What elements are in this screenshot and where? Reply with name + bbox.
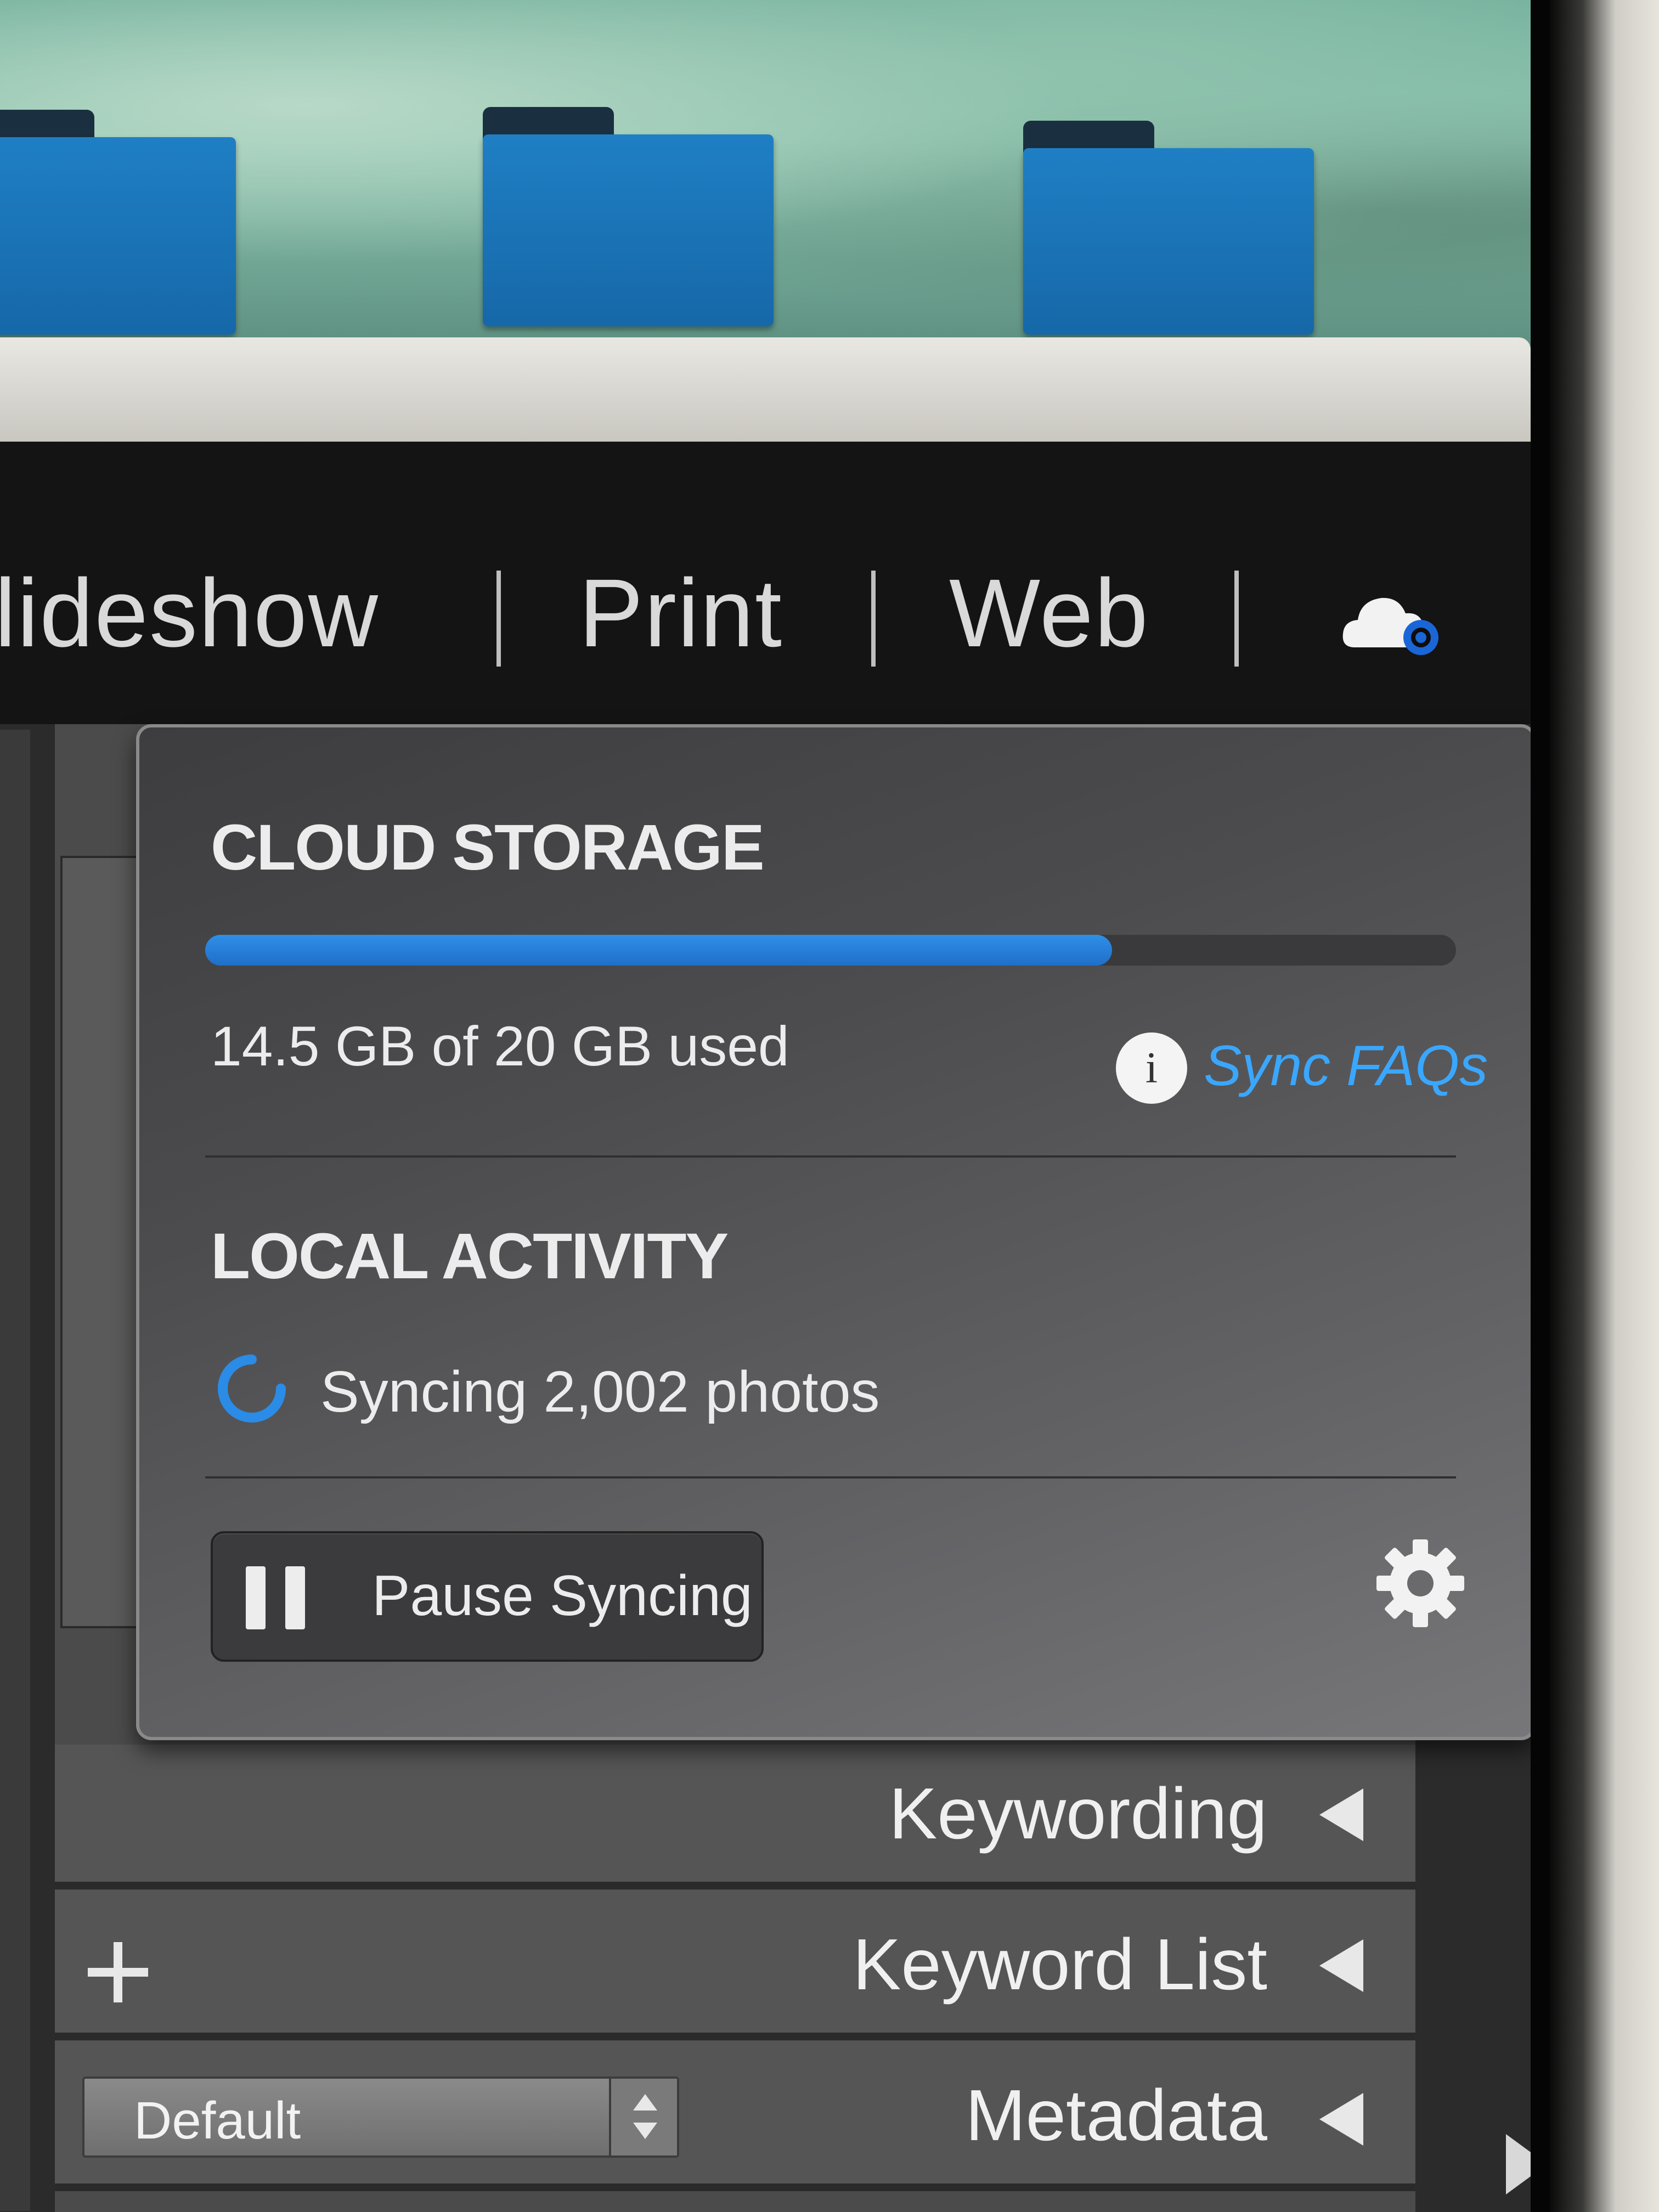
desktop-wallpaper [0,0,1531,351]
folder-icon[interactable] [483,107,774,326]
cloud-storage-heading: CLOUD STORAGE [211,811,765,884]
local-activity-heading: LOCAL ACTIVITY [211,1220,729,1293]
storage-used-text: 14.5 GB of 20 GB used [211,1015,789,1077]
collapse-triangle-icon[interactable] [1319,2093,1363,2146]
section-title-metadata: Metadata [965,2075,1267,2155]
section-keyword-list[interactable]: Keyword List [55,1890,1415,2040]
module-web[interactable]: Web [949,565,1149,662]
spinner-icon [218,1355,286,1423]
pause-syncing-button[interactable]: Pause Syncing [211,1531,764,1662]
divider [205,1476,1456,1479]
stepper-icon[interactable] [609,2079,677,2155]
metadata-preset-value: Default [134,2091,301,2150]
folder-icon[interactable] [1023,121,1314,335]
section-title-keywording: Keywording [889,1773,1267,1854]
gear-icon[interactable] [1374,1537,1467,1630]
module-slideshow[interactable]: lideshow [0,565,379,662]
panel-edge [0,730,30,2211]
sync-status-text: Syncing 2,002 photos [320,1359,880,1424]
window-frame [0,337,1531,442]
section-keywording[interactable]: Keywording [55,1745,1415,1889]
metadata-preset-select[interactable]: Default [82,2076,679,2158]
cloud-sync-icon[interactable] [1339,587,1443,658]
panel-expand-icon[interactable] [1506,2134,1531,2194]
storage-progress-fill [205,935,1112,966]
divider [205,1155,1456,1158]
sync-faqs-link[interactable]: Sync FAQs [1204,1032,1488,1101]
storage-progress-bar [205,935,1456,966]
module-separator [1234,571,1239,667]
info-icon[interactable]: i [1116,1032,1187,1104]
pause-syncing-label: Pause Syncing [372,1564,753,1628]
cloud-sync-popup: CLOUD STORAGE 14.5 GB of 20 GB used i Sy… [136,724,1531,1740]
monitor-edge [1550,0,1659,2212]
pause-icon [246,1566,306,1629]
collapse-triangle-icon[interactable] [1319,1939,1363,1992]
section-title-keyword-list: Keyword List [853,1924,1267,2005]
module-separator [496,571,501,667]
folder-icon[interactable] [0,110,236,335]
collapse-triangle-icon[interactable] [1319,1788,1363,1841]
plus-icon[interactable] [88,1942,148,2002]
module-separator [871,571,876,667]
module-print[interactable]: Print [579,565,783,662]
screen: lideshow Print Web Keywording Keyword Li… [0,0,1531,2212]
